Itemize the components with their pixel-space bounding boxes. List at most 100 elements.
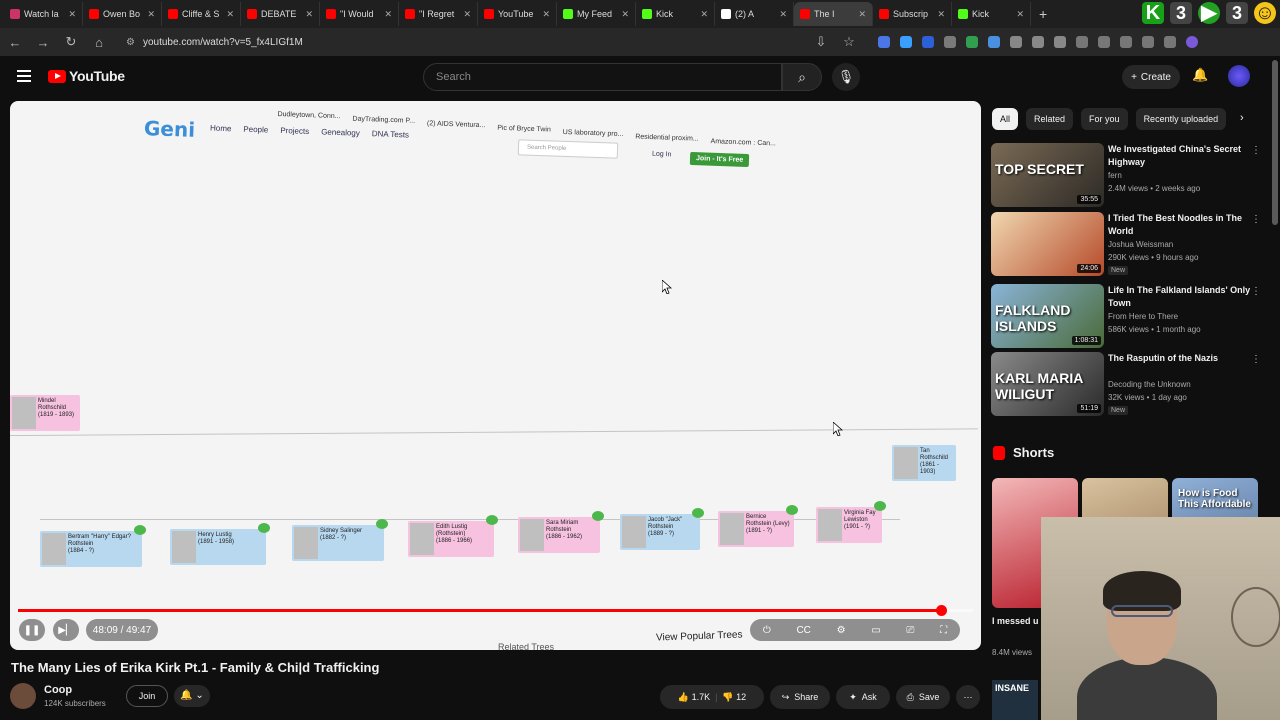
share-button[interactable]: ↪ Share	[770, 685, 830, 709]
browser-tab[interactable]: (2) A ✕	[715, 2, 794, 26]
browser-tab[interactable]: Watch la ✕	[4, 2, 83, 26]
extension-icon[interactable]	[1120, 36, 1132, 48]
site-info-icon[interactable]: ⚙	[126, 37, 135, 48]
chevron-right-icon[interactable]: ›	[1240, 112, 1244, 124]
channel-name[interactable]: Coop	[44, 684, 72, 696]
video-title[interactable]: Life In The Falkland Islands' Only Town	[1108, 284, 1253, 310]
close-icon[interactable]: ✕	[858, 9, 866, 20]
more-options-icon[interactable]: ⋮	[1251, 145, 1261, 156]
account-avatar[interactable]	[1228, 65, 1250, 87]
close-icon[interactable]: ✕	[937, 9, 945, 20]
channel-name[interactable]: Decoding the Unknown	[1108, 380, 1258, 389]
next-button[interactable]: ▶▏	[53, 619, 79, 641]
play-extension-icon[interactable]: ▶	[1198, 2, 1220, 24]
extension-icon[interactable]	[1142, 36, 1154, 48]
ask-button[interactable]: ✦ Ask	[836, 685, 890, 709]
more-options-icon[interactable]: ⋮	[1251, 354, 1261, 365]
filter-chip[interactable]: All	[992, 108, 1019, 130]
forward-icon[interactable]: →	[36, 35, 50, 50]
miniplayer-icon[interactable]: ▭	[871, 625, 880, 636]
bookmark-star-icon[interactable]: ☆	[842, 34, 856, 50]
browser-tab[interactable]: DEBATE ✕	[241, 2, 320, 26]
extension-badge-2[interactable]: 3	[1226, 2, 1248, 24]
extension-icon[interactable]	[1076, 36, 1088, 48]
more-actions-button[interactable]: ⋯	[956, 685, 980, 709]
video-thumbnail[interactable]: KARL MARIA WILIGUT 51:19	[991, 352, 1104, 416]
filter-chip[interactable]: For you	[1081, 108, 1128, 130]
kick-extension-icon[interactable]: K	[1142, 2, 1164, 24]
youtube-logo[interactable]: YouTube	[48, 68, 125, 84]
recommended-video[interactable]: KARL MARIA WILIGUT 51:19 The Rasputin of t…	[991, 352, 1271, 416]
video-thumbnail[interactable]: TOP SECRET 35:55	[991, 143, 1104, 207]
progress-bar[interactable]	[18, 605, 973, 616]
new-tab-button[interactable]: +	[1031, 6, 1055, 22]
browser-tab[interactable]: My Feed ✕	[557, 2, 636, 26]
extension-icon[interactable]	[1032, 36, 1044, 48]
browser-tab[interactable]: The I ✕	[794, 2, 873, 26]
autoplay-toggle[interactable]: ⏻	[763, 625, 771, 636]
browser-tab[interactable]: Kick ✕	[636, 2, 715, 26]
short-title[interactable]: I messed u	[992, 616, 1039, 626]
close-icon[interactable]: ✕	[68, 9, 76, 20]
extension-icon[interactable]	[1164, 36, 1176, 48]
like-button[interactable]: 👍 1.7K	[678, 692, 710, 703]
notifications-bell-icon[interactable]: 🔔	[1192, 67, 1208, 83]
close-icon[interactable]: ✕	[1016, 9, 1024, 20]
filter-chip[interactable]: Related	[1026, 108, 1074, 130]
close-icon[interactable]: ✕	[700, 9, 708, 20]
video-title[interactable]: The Rasputin of the Nazis	[1108, 352, 1253, 365]
channel-name[interactable]: fern	[1108, 171, 1258, 180]
search-input[interactable]: Search	[423, 63, 782, 91]
create-button[interactable]: + Create	[1122, 65, 1180, 89]
cast-icon[interactable]: ⎚	[906, 625, 914, 636]
extension-icon[interactable]	[878, 36, 890, 48]
video-thumbnail[interactable]: FALKLAND ISLANDS 1:08:31	[991, 284, 1104, 348]
extension-icon[interactable]	[944, 36, 956, 48]
browser-tab[interactable]: "I Would ✕	[320, 2, 399, 26]
emoji-extension-icon[interactable]: ☺	[1254, 2, 1276, 24]
video-player[interactable]: Dudleytown, Conn... DayTrading.com P... (2…	[10, 101, 981, 650]
more-options-icon[interactable]: ⋮	[1251, 286, 1261, 297]
extension-icon[interactable]	[1054, 36, 1066, 48]
extension-badge-1[interactable]: 3	[1170, 2, 1192, 24]
browser-tab[interactable]: Subscrip ✕	[873, 2, 952, 26]
recommended-video[interactable]: FALKLAND ISLANDS 1:08:31 Life In The Falkl…	[991, 284, 1271, 348]
short-thumbnail[interactable]: INSANE	[992, 680, 1038, 720]
profile-icon[interactable]	[1186, 36, 1198, 48]
browser-tab[interactable]: Cliffe & S ✕	[162, 2, 241, 26]
filter-chip[interactable]: Recently uploaded	[1135, 108, 1227, 130]
voice-search-button[interactable]: 🎙	[832, 63, 860, 91]
menu-icon[interactable]	[17, 70, 31, 85]
close-icon[interactable]: ✕	[542, 9, 550, 20]
browser-tab[interactable]: YouTube ✕	[478, 2, 557, 26]
close-icon[interactable]: ✕	[621, 9, 629, 20]
close-icon[interactable]: ✕	[384, 9, 392, 20]
reload-icon[interactable]: ↻	[64, 34, 78, 50]
save-button[interactable]: ⎙ Save	[896, 685, 950, 709]
recommended-video[interactable]: TOP SECRET 35:55 We Investigated China's S…	[991, 143, 1271, 207]
scrollbar[interactable]	[1272, 60, 1278, 225]
captions-icon[interactable]: CC	[796, 625, 810, 636]
install-icon[interactable]: ⇩	[814, 34, 828, 50]
close-icon[interactable]: ✕	[779, 9, 787, 20]
channel-name[interactable]: Joshua Weissman	[1108, 240, 1258, 249]
browser-tab[interactable]: Owen Bo ✕	[83, 2, 162, 26]
video-title[interactable]: We Investigated China's Secret Highway	[1108, 143, 1253, 169]
fullscreen-icon[interactable]: ⛶	[940, 625, 947, 636]
video-title[interactable]: I Tried The Best Noodles in The World	[1108, 212, 1253, 238]
more-options-icon[interactable]: ⋮	[1251, 214, 1261, 225]
url-field[interactable]: ⚙ youtube.com/watch?v=5_fx4LIGf1M	[120, 31, 800, 53]
close-icon[interactable]: ✕	[226, 9, 234, 20]
pause-button[interactable]: ❚❚	[19, 619, 45, 641]
progress-scrubber[interactable]	[936, 605, 948, 616]
close-icon[interactable]: ✕	[147, 9, 155, 20]
dislike-button[interactable]: 👎 12	[722, 692, 746, 703]
browser-tab[interactable]: Kick ✕	[952, 2, 1031, 26]
extension-icon[interactable]	[966, 36, 978, 48]
extension-icon[interactable]	[988, 36, 1000, 48]
subscribe-bell-button[interactable]: 🔔 ⌄	[174, 685, 210, 707]
extension-icon[interactable]	[1010, 36, 1022, 48]
channel-name[interactable]: From Here to There	[1108, 312, 1258, 321]
channel-avatar[interactable]	[10, 683, 36, 709]
browser-tab[interactable]: "I Regret ✕	[399, 2, 478, 26]
